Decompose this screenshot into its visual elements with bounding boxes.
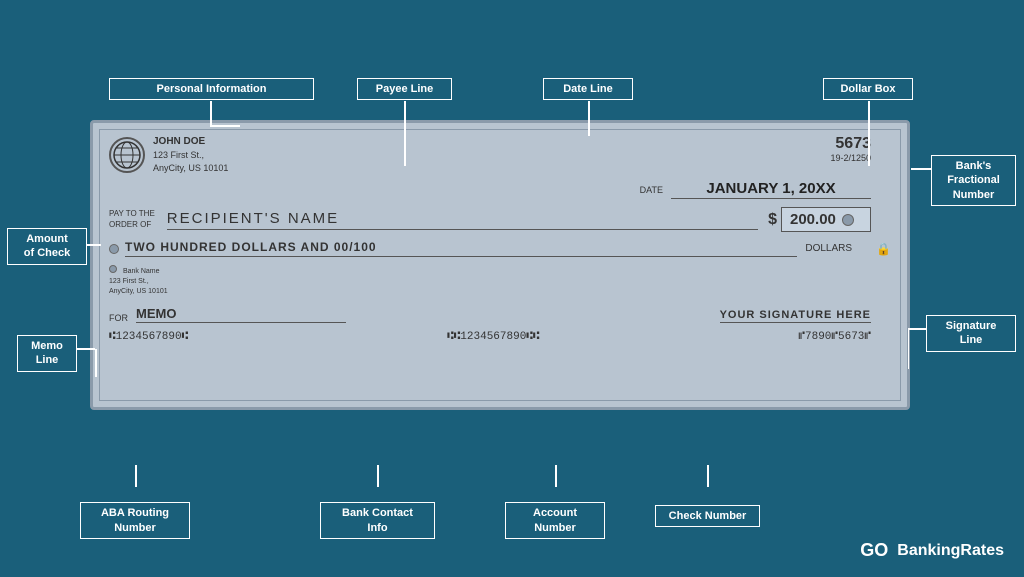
personal-info-connector-h <box>210 125 240 127</box>
payee-line-connector-v <box>404 101 406 166</box>
branding-go: GO <box>855 538 893 563</box>
signature-connector-h <box>908 328 926 330</box>
date-value: JANUARY 1, 20XX <box>671 180 871 199</box>
dollar-box-label: Dollar Box <box>823 78 913 100</box>
bank-contact-info-label: Bank Contact Info <box>320 502 435 539</box>
amount-of-check-label: Amount of Check <box>7 228 87 265</box>
check: JOHN DOE 123 First St., AnyCity, US 1010… <box>90 120 910 410</box>
dollar-box-connector-v <box>868 101 870 166</box>
amount-connector-h <box>87 244 101 246</box>
check-number-connector-v <box>707 465 709 487</box>
bank-contact-connector-v <box>377 465 379 487</box>
aba-connector-v <box>135 465 137 487</box>
micr-check: ⑈7890⑈5673⑈ <box>798 331 871 343</box>
fractional-number-value: 19-2/1250 <box>830 153 871 163</box>
bank-info-block: Bank Name 123 First St., AnyCity, US 101… <box>109 265 168 296</box>
signature-connector-v <box>908 329 910 369</box>
memo-label: FOR <box>109 313 128 323</box>
fractional-connector-h <box>911 168 931 170</box>
memo-value: MEMO <box>136 306 346 323</box>
payee-line-label: Payee Line <box>357 78 452 100</box>
globe-icon <box>109 137 145 173</box>
date-label: DATE <box>640 185 663 195</box>
bank-info-dot <box>109 265 117 273</box>
personal-information-label: Personal Information <box>109 78 314 100</box>
check-wrapper: JOHN DOE 123 First St., AnyCity, US 1010… <box>90 120 910 410</box>
account-holder-address1: 123 First St., <box>153 149 228 162</box>
memo-connector-v <box>95 349 97 377</box>
check-number-value: 5673 <box>830 135 871 153</box>
branding: GO BankingRates <box>855 538 1004 563</box>
account-connector-v <box>555 465 557 487</box>
aba-routing-label: ABA Routing Number <box>80 502 190 539</box>
signature-text: YOUR SIGNATURE HERE <box>720 309 871 323</box>
amount-circle-indicator <box>842 214 854 226</box>
micr-routing: ⑆1234567890⑆ <box>109 331 188 343</box>
memo-line-label: Memo Line <box>17 335 77 372</box>
dollar-box-area: $ 200.00 <box>768 207 871 232</box>
lock-icon: 🔒 <box>876 242 891 256</box>
payee-name: RECIPIENT'S NAME <box>167 210 758 230</box>
dollars-label: DOLLARS <box>805 243 852 254</box>
bank-name: Bank Name <box>123 268 160 275</box>
account-number-label: Account Number <box>505 502 605 539</box>
branding-text: BankingRates <box>897 542 1004 560</box>
amount-value: 200.00 <box>790 211 836 228</box>
pay-to-label: PAY TO THE ORDER OF <box>109 209 155 230</box>
micr-account: ⑆⑆1234567890⑆⑆ <box>447 331 539 343</box>
amount-box: 200.00 <box>781 207 871 232</box>
check-number-label: Check Number <box>655 505 760 527</box>
account-holder-name: JOHN DOE <box>153 135 228 149</box>
banks-fractional-number-label: Bank's Fractional Number <box>931 155 1016 206</box>
written-amount-dot <box>109 244 119 254</box>
bank-address1: 123 First St., <box>109 278 149 285</box>
date-line-connector-v <box>588 101 590 136</box>
signature-area: YOUR SIGNATURE HERE <box>346 305 871 323</box>
bank-address2: AnyCity, US 10101 <box>109 288 168 295</box>
date-line-label: Date Line <box>543 78 633 100</box>
written-amount-text: TWO HUNDRED DOLLARS AND 00/100 <box>125 240 797 257</box>
memo-connector-h <box>77 348 95 350</box>
dollar-sign: $ <box>768 211 777 229</box>
personal-info-block: JOHN DOE 123 First St., AnyCity, US 1010… <box>153 135 228 174</box>
account-holder-address2: AnyCity, US 10101 <box>153 162 228 175</box>
check-number-display: 5673 19-2/1250 <box>830 135 871 163</box>
signature-line-label: Signature Line <box>926 315 1016 352</box>
personal-info-connector-v <box>210 101 212 126</box>
